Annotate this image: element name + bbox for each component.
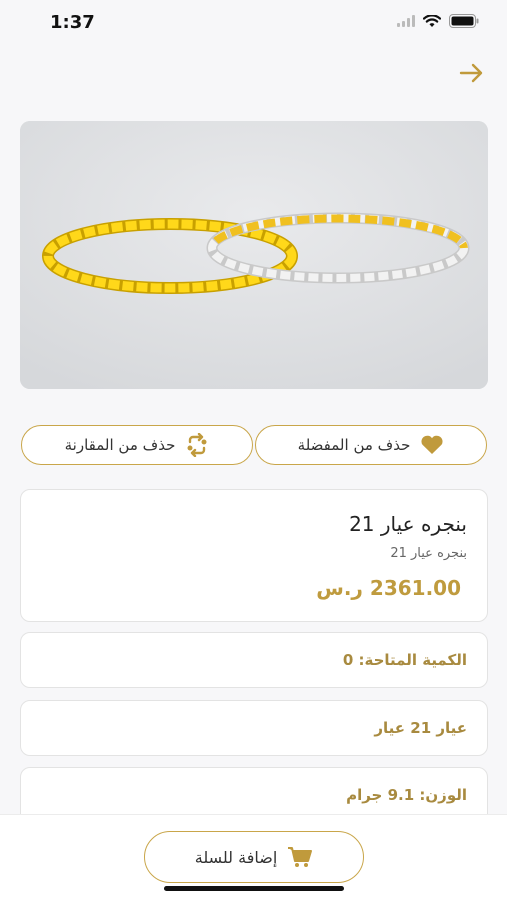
weight-value: الوزن: 9.1 جرام [346,786,467,804]
add-to-cart-label: إضافة للسلة [194,847,278,867]
home-indicator [164,886,344,891]
heart-icon [421,435,443,454]
arrow-right-icon[interactable] [459,62,485,84]
compare-arrows-icon [187,433,207,457]
status-time: 1:37 [50,12,95,33]
available-quantity: الكمية المتاحة: 0 [342,651,467,669]
karat-card: عيار 21 عيار [20,700,488,756]
status-icons [397,14,479,28]
product-image [20,121,488,389]
remove-from-favorites-label: حذف من المفضلة [297,436,411,454]
signal-icon [397,15,415,27]
cart-icon [288,847,313,867]
remove-from-compare-button[interactable]: حذف من المقارنة [21,425,253,465]
battery-icon [449,14,479,28]
action-row: حذف من المفضلة حذف من المقارنة [21,425,487,465]
karat-value: عيار 21 عيار [374,719,467,737]
product-name: بنجره عيار 21 [349,512,467,536]
remove-from-compare-label: حذف من المقارنة [64,436,176,454]
wifi-icon [423,14,441,27]
quantity-card: الكمية المتاحة: 0 [20,632,488,688]
product-subtitle: بنجره عيار 21 [390,546,467,561]
product-info-card: بنجره عيار 21 بنجره عيار 21 2361.00 ر.س [20,489,488,622]
status-bar: 1:37 [0,0,507,46]
add-to-cart-button[interactable]: إضافة للسلة [144,831,364,883]
product-price: 2361.00 ر.س [316,576,461,600]
bangles-illustration [20,121,488,389]
remove-from-favorites-button[interactable]: حذف من المفضلة [255,425,487,465]
